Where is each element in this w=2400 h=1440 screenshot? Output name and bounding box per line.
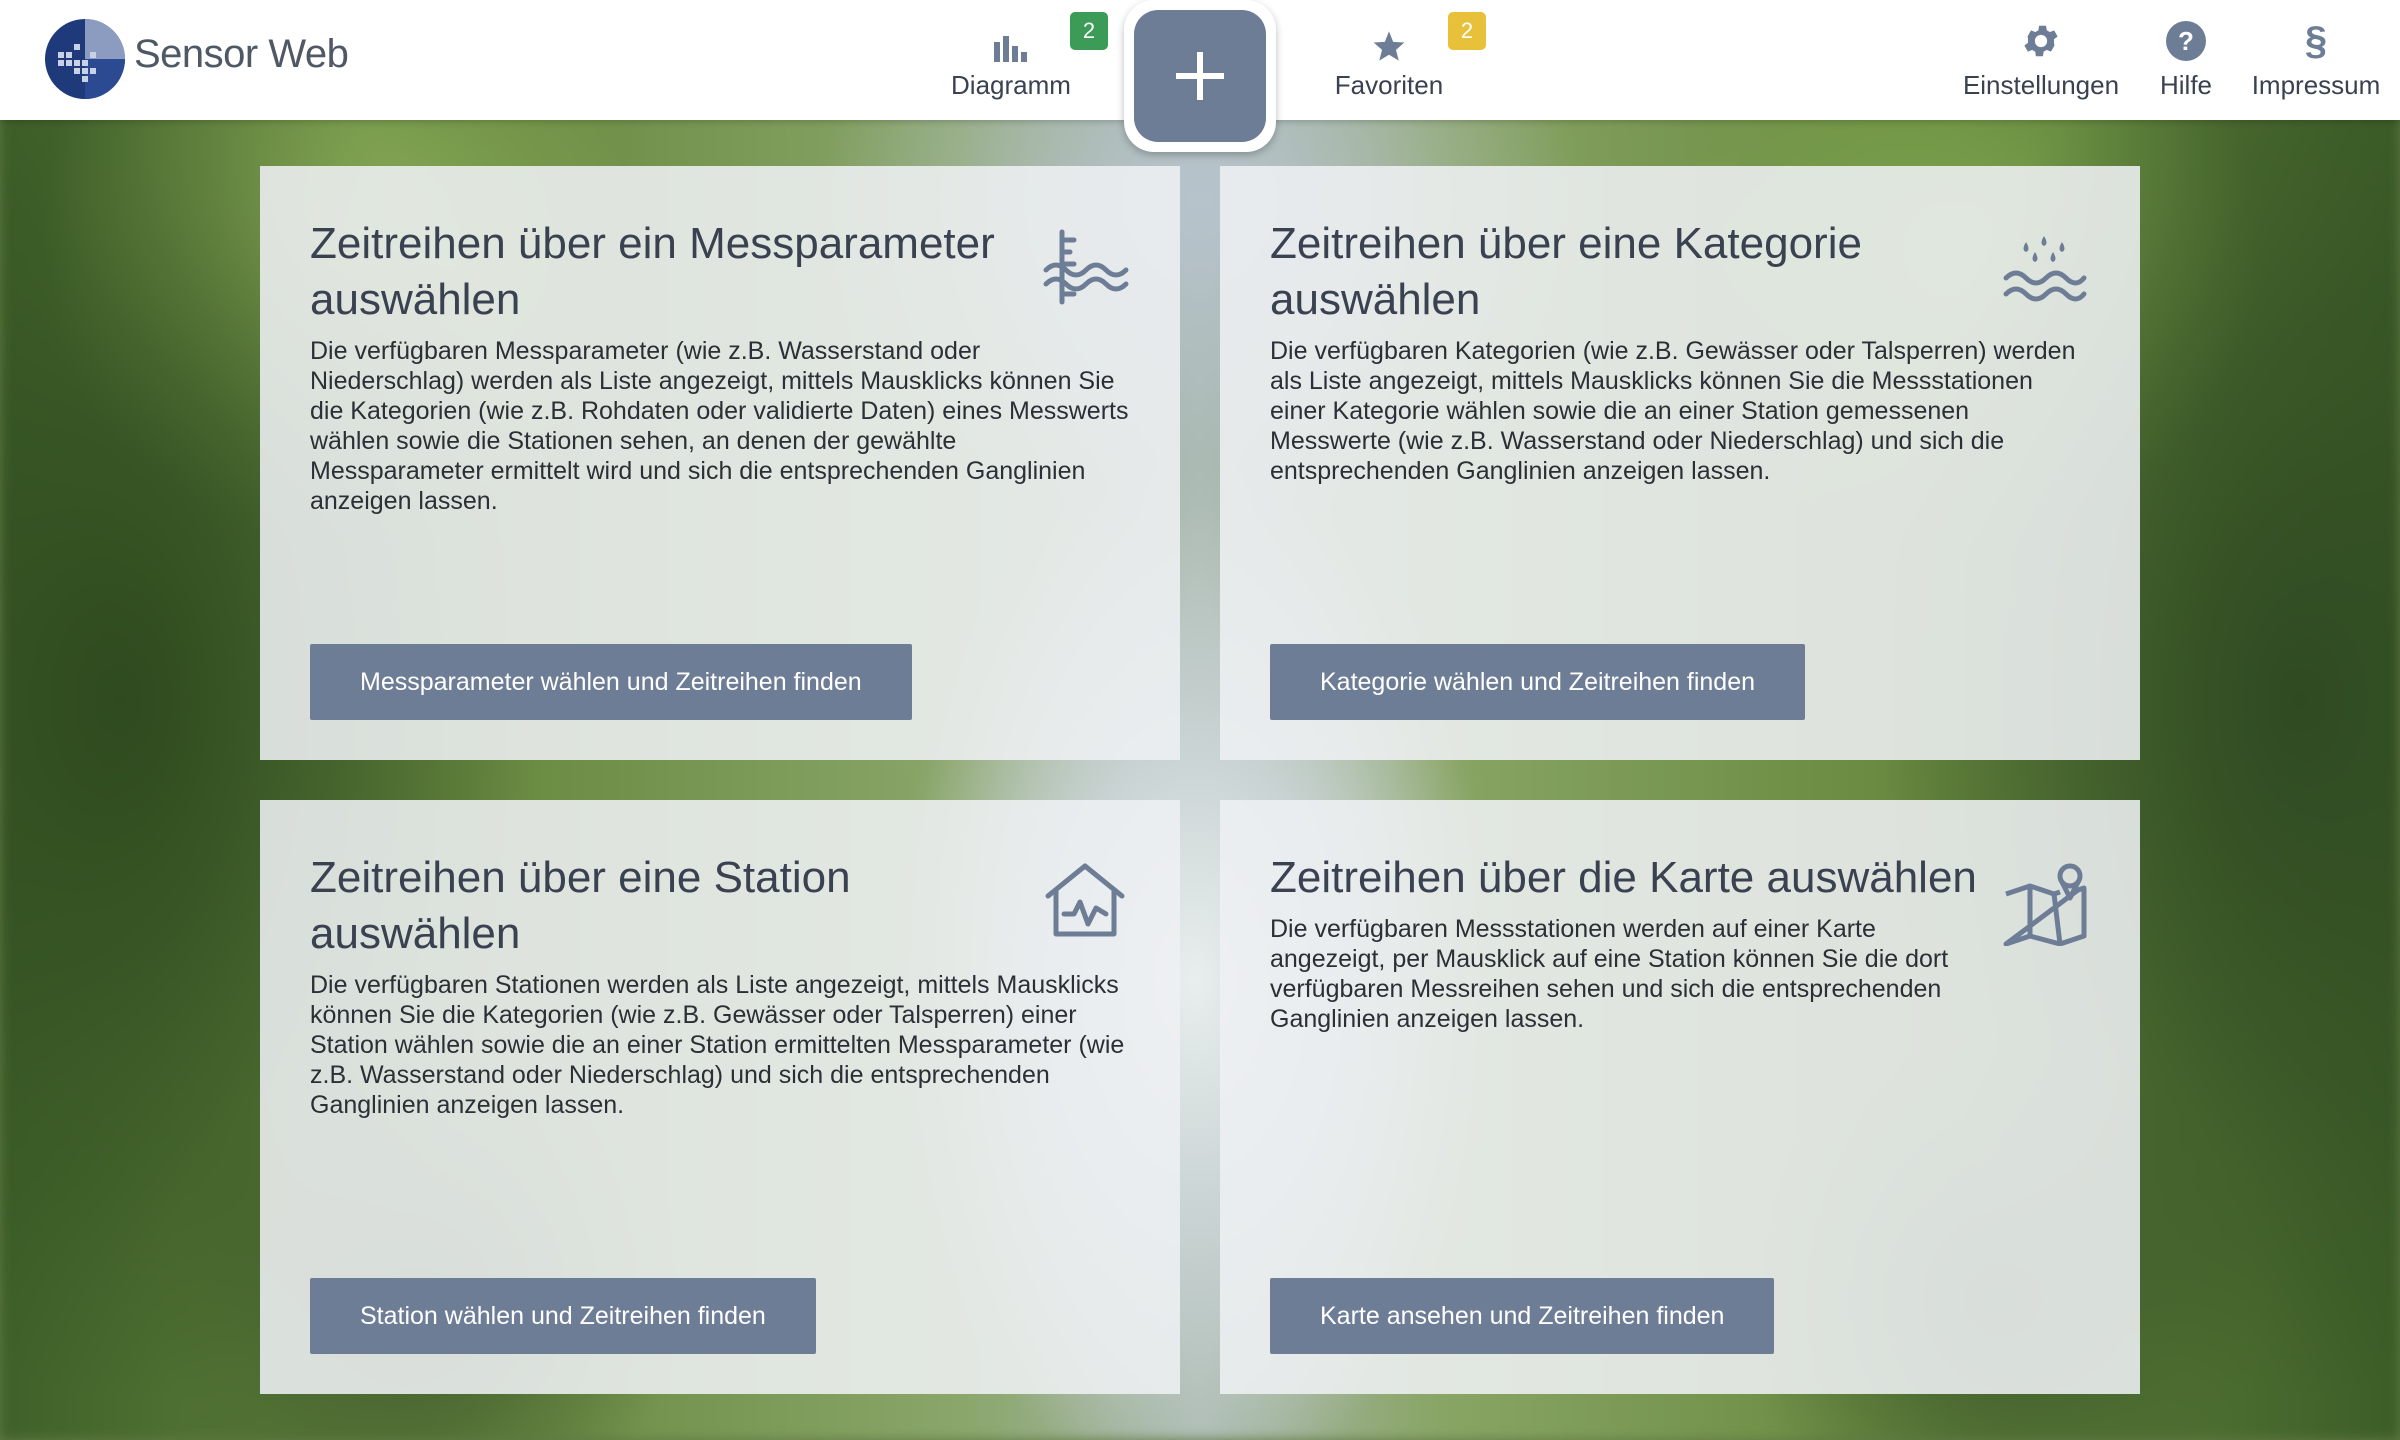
- paragraph-icon: §: [2304, 19, 2328, 63]
- card-description: Die verfügbaren Kategorien (wie z.B. Gew…: [1270, 337, 2076, 485]
- nav-settings[interactable]: Einstellungen: [1956, 0, 2126, 120]
- card-map: Zeitreihen über die Karte auswählen Die …: [1220, 800, 2140, 1394]
- nav-favorites[interactable]: 2 Favoriten: [1326, 0, 1486, 120]
- card-measurement-parameter: Zeitreihen über ein Messparameter auswäh…: [260, 166, 1180, 760]
- svg-text:?: ?: [2178, 26, 2194, 56]
- card-description: Die verfügbaren Messparameter (wie z.B. …: [310, 337, 1129, 515]
- card-title: Zeitreihen über eine Kategorie auswählen: [1270, 219, 1862, 324]
- add-button-inner: [1134, 10, 1266, 142]
- card-description: Die verfügbaren Stationen werden als Lis…: [310, 971, 1125, 1119]
- nav-help-label: Hilfe: [2159, 70, 2212, 100]
- map-pin-icon: [2003, 863, 2087, 946]
- nav-settings-icon-wrap: [2020, 0, 2062, 62]
- rain-water-icon: [2003, 236, 2087, 302]
- app-logo-text: Sensor Web: [134, 32, 349, 76]
- card-description: Die verfügbaren Messstationen werden auf…: [1270, 915, 1949, 1033]
- station-house-icon: [1045, 863, 1125, 937]
- nav-diagram-label: Diagramm: [951, 70, 1071, 100]
- plus-icon: [1176, 52, 1224, 100]
- diagram-count-badge: 2: [1070, 12, 1108, 50]
- card-title: Zeitreihen über eine Station auswählen: [310, 853, 851, 958]
- select-category-button[interactable]: Kategorie wählen und Zeitreihen finden: [1270, 644, 1806, 720]
- gear-icon: [2024, 25, 2058, 57]
- view-map-button[interactable]: Karte ansehen und Zeitreihen finden: [1270, 1278, 1775, 1354]
- card-title: Zeitreihen über ein Messparameter auswäh…: [310, 219, 995, 324]
- bar-chart-icon: [994, 36, 1027, 62]
- nav-imprint-icon-wrap: §: [2305, 0, 2327, 62]
- star-icon: [1373, 31, 1405, 61]
- water-level-icon: [1043, 229, 1129, 305]
- nav-help[interactable]: ? Hilfe: [2150, 0, 2222, 120]
- nav-favorites-icon-wrap: 2: [1372, 0, 1486, 62]
- card-category: Zeitreihen über eine Kategorie auswählen…: [1220, 166, 2140, 760]
- nav-favorites-label: Favoriten: [1334, 70, 1444, 100]
- select-parameter-button[interactable]: Messparameter wählen und Zeitreihen find…: [310, 644, 912, 720]
- nav-imprint[interactable]: § Impressum: [2246, 0, 2386, 120]
- add-timeseries-button[interactable]: [1124, 0, 1276, 152]
- help-icon: ?: [2166, 21, 2206, 61]
- nav-settings-label: Einstellungen: [1962, 70, 2120, 100]
- select-station-button[interactable]: Station wählen und Zeitreihen finden: [310, 1278, 816, 1354]
- nav-diagram[interactable]: 2 Diagramm: [946, 0, 1108, 120]
- card-title: Zeitreihen über die Karte auswählen: [1270, 853, 1977, 902]
- nav-imprint-label: Impressum: [2251, 70, 2381, 100]
- card-station: Zeitreihen über eine Station auswählen D…: [260, 800, 1180, 1394]
- favorites-count-badge: 2: [1448, 12, 1486, 50]
- nav-help-icon-wrap: ?: [2165, 0, 2207, 62]
- nav-diagram-icon-wrap: 2: [994, 0, 1108, 62]
- sensorweb-logo-icon[interactable]: [40, 14, 130, 104]
